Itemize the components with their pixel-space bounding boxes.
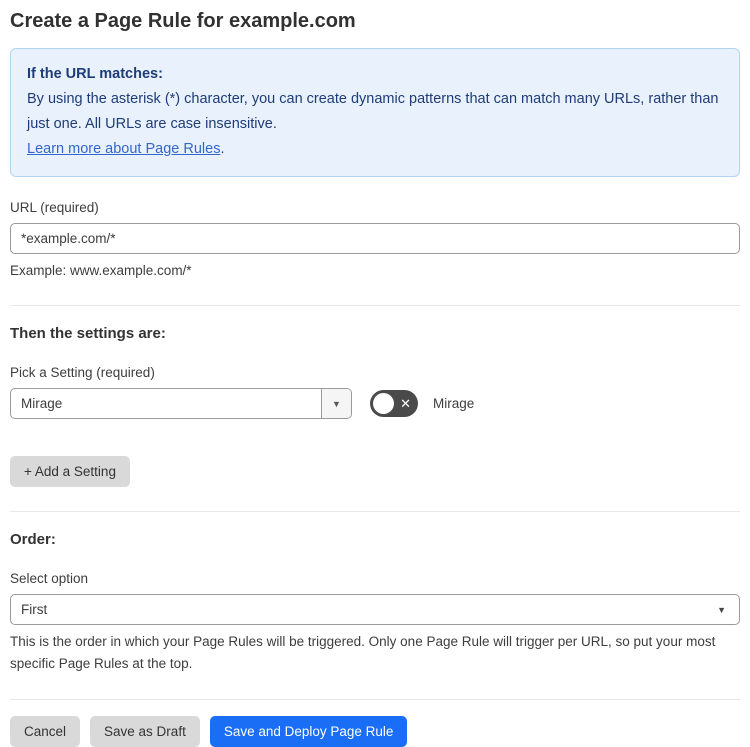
divider — [10, 699, 740, 700]
url-example-helper: Example: www.example.com/* — [10, 263, 192, 278]
page-rule-form: Create a Page Rule for example.com If th… — [0, 0, 750, 747]
add-setting-button[interactable]: + Add a Setting — [10, 456, 130, 487]
order-select-label: Select option — [10, 571, 89, 586]
info-box-link-line: Learn more about Page Rules. — [27, 137, 723, 162]
mirage-toggle[interactable]: ✕ — [370, 390, 418, 417]
url-field-label: URL (required) — [10, 200, 99, 215]
url-match-info-box: If the URL matches: By using the asteris… — [10, 48, 740, 177]
form-actions: Cancel Save as Draft Save and Deploy Pag… — [10, 716, 740, 747]
dropdown-arrow-icon: ▼ — [332, 398, 341, 409]
setting-select-value: Mirage — [21, 396, 63, 411]
setting-select[interactable]: Mirage ▼ — [10, 388, 352, 419]
toggle-label: Mirage — [433, 396, 475, 411]
dropdown-arrow-icon: ▼ — [717, 604, 726, 615]
learn-more-link[interactable]: Learn more about Page Rules — [27, 141, 220, 157]
divider — [10, 305, 740, 306]
save-and-deploy-button[interactable]: Save and Deploy Page Rule — [209, 716, 408, 747]
cancel-button[interactable]: Cancel — [10, 716, 81, 747]
divider — [10, 511, 740, 512]
toggle-knob — [373, 393, 394, 414]
info-box-heading: If the URL matches: — [27, 66, 163, 82]
save-as-draft-button[interactable]: Save as Draft — [90, 716, 200, 747]
toggle-off-x-icon: ✕ — [400, 396, 411, 411]
order-helper-text: This is the order in which your Page Rul… — [10, 634, 716, 671]
order-select-value: First — [21, 602, 48, 617]
order-select[interactable]: First ▼ — [10, 594, 740, 625]
url-input[interactable] — [10, 223, 740, 254]
link-suffix: . — [220, 141, 225, 157]
setting-row: Mirage ▼ ✕ Mirage — [10, 388, 740, 419]
setting-picker-label: Pick a Setting (required) — [10, 365, 155, 380]
order-section-heading: Order: — [10, 531, 56, 548]
settings-section-heading: Then the settings are: — [10, 325, 166, 342]
info-box-body: By using the asterisk (*) character, you… — [27, 91, 719, 132]
setting-select-arrow-button[interactable]: ▼ — [321, 389, 351, 418]
page-title: Create a Page Rule for example.com — [10, 10, 356, 32]
